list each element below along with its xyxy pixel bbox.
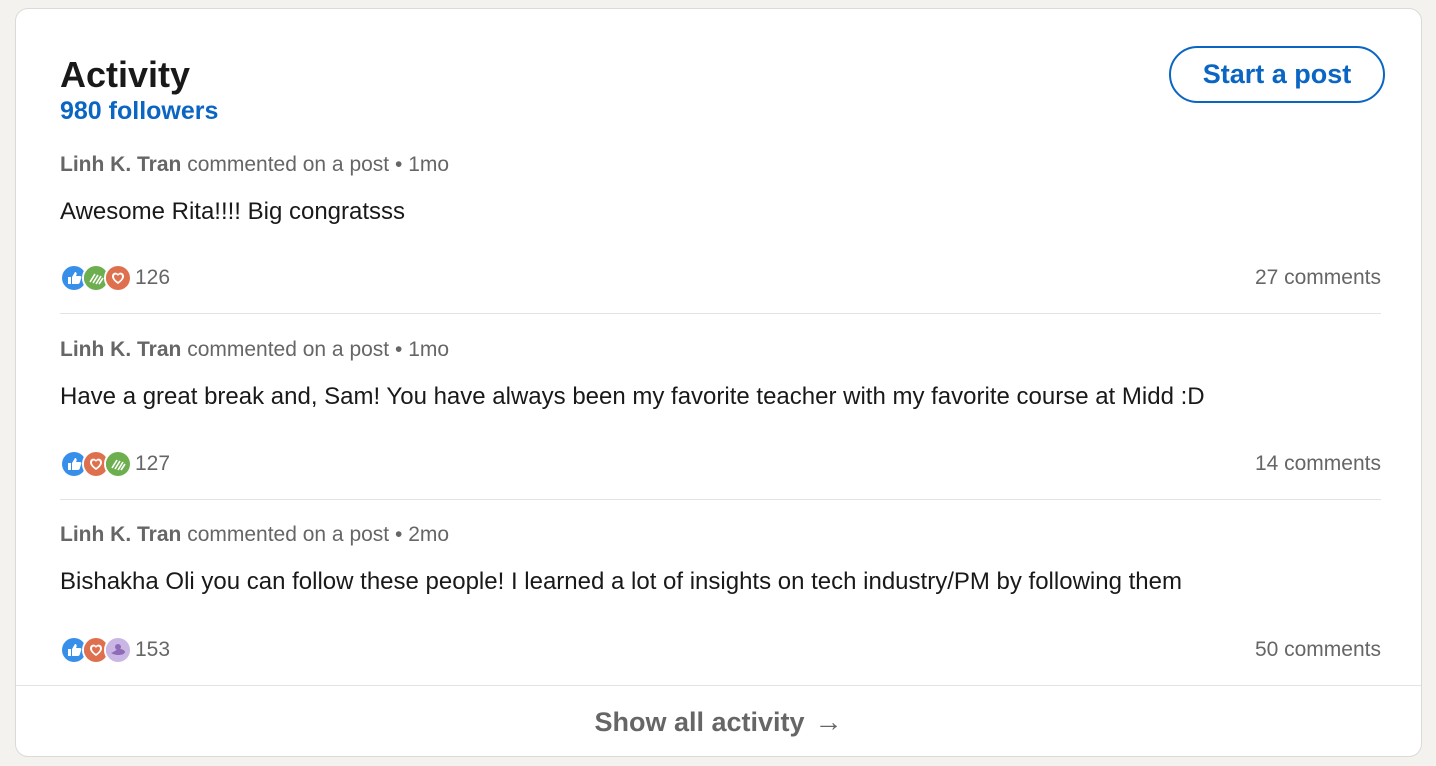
- reaction-count: 153: [135, 638, 171, 661]
- social-counts: 153 50 comments: [60, 636, 1381, 664]
- followers-link[interactable]: 980 followers: [60, 96, 218, 126]
- meta-separator: •: [394, 523, 403, 546]
- reactions-summary[interactable]: 153: [60, 636, 170, 664]
- comment-text[interactable]: Have a great break and, Sam! You have al…: [60, 382, 1381, 412]
- comments-count[interactable]: 50 comments: [1255, 638, 1381, 662]
- arrow-right-icon: →: [814, 706, 843, 737]
- activity-item[interactable]: Linh K. Tran commented on a post • 1mo A…: [60, 152, 1381, 227]
- activity-action: commented on a post: [187, 523, 390, 546]
- support-icon: [104, 450, 132, 478]
- item-divider: [60, 499, 1381, 500]
- activity-item[interactable]: Linh K. Tran commented on a post • 2mo B…: [60, 522, 1381, 597]
- meta-separator: •: [394, 153, 403, 176]
- show-all-activity-button[interactable]: Show all activity →: [16, 686, 1421, 756]
- start-a-post-button[interactable]: Start a post: [1169, 46, 1385, 103]
- item-divider: [60, 313, 1381, 314]
- reaction-count: 127: [135, 452, 171, 475]
- activity-action: commented on a post: [187, 153, 390, 176]
- comments-count[interactable]: 14 comments: [1255, 452, 1381, 476]
- reactions-summary[interactable]: 127: [60, 450, 170, 478]
- activity-item[interactable]: Linh K. Tran commented on a post • 1mo H…: [60, 337, 1381, 412]
- activity-action: commented on a post: [187, 338, 390, 361]
- comment-text[interactable]: Awesome Rita!!!! Big congratsss: [60, 197, 1381, 227]
- reaction-count: 126: [135, 266, 171, 289]
- social-counts: 127 14 comments: [60, 450, 1381, 478]
- activity-card: Activity 980 followers Start a post Linh…: [15, 8, 1422, 757]
- author-name[interactable]: Linh K. Tran: [60, 153, 181, 176]
- activity-header: Activity 980 followers: [60, 53, 218, 126]
- activity-meta: Linh K. Tran commented on a post • 2mo: [60, 522, 1381, 548]
- comment-text[interactable]: Bishakha Oli you can follow these people…: [60, 567, 1381, 597]
- author-name[interactable]: Linh K. Tran: [60, 338, 181, 361]
- activity-time: 1mo: [408, 153, 450, 176]
- activity-meta: Linh K. Tran commented on a post • 1mo: [60, 152, 1381, 178]
- activity-time: 2mo: [408, 523, 450, 546]
- activity-title: Activity: [60, 54, 191, 95]
- comments-count[interactable]: 27 comments: [1255, 266, 1381, 290]
- meta-separator: •: [394, 338, 403, 361]
- show-all-label: Show all activity: [594, 706, 805, 737]
- reactions-summary[interactable]: 126: [60, 264, 170, 292]
- activity-meta: Linh K. Tran commented on a post • 1mo: [60, 337, 1381, 363]
- insightful-icon: [104, 636, 132, 664]
- author-name[interactable]: Linh K. Tran: [60, 523, 181, 546]
- social-counts: 126 27 comments: [60, 264, 1381, 292]
- love-icon: [104, 264, 132, 292]
- activity-time: 1mo: [408, 338, 450, 361]
